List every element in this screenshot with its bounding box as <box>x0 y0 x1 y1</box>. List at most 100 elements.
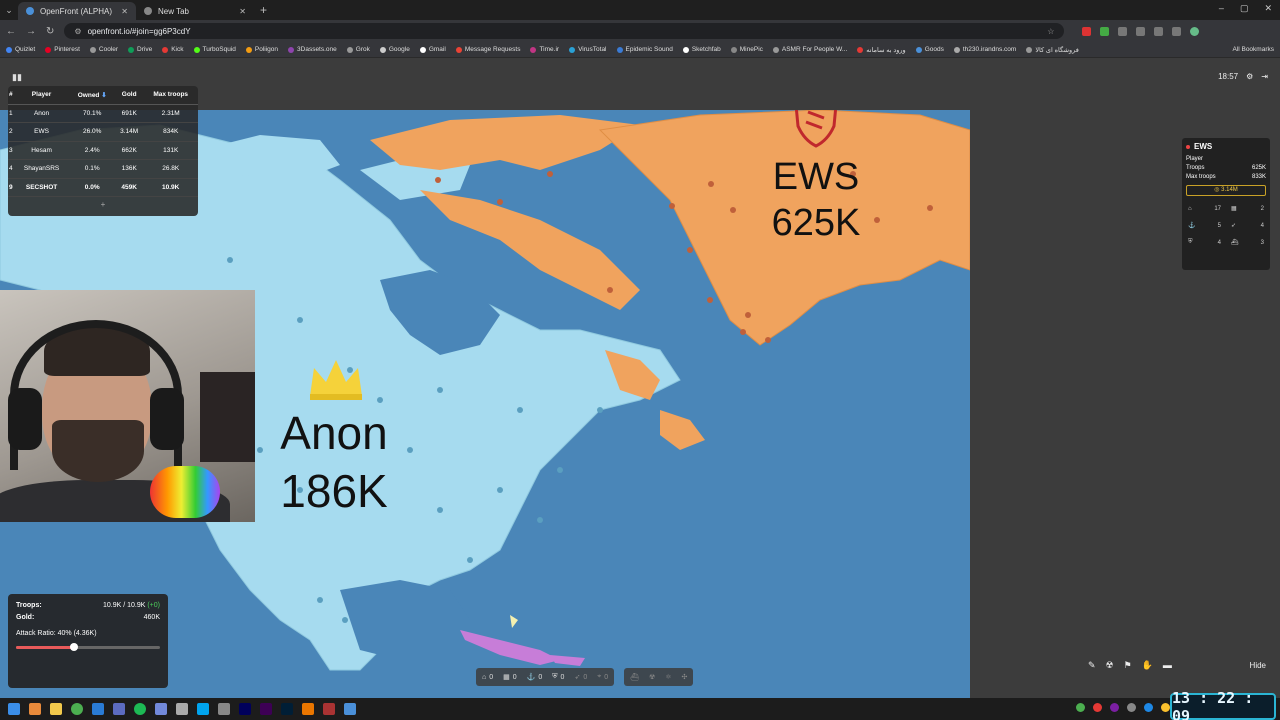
bookmark-item[interactable]: Pinterest <box>45 46 80 53</box>
tray-icon[interactable] <box>1144 703 1153 712</box>
app-icon[interactable] <box>323 703 335 715</box>
build-button[interactable]: ⌂ 0 <box>482 674 493 681</box>
app-icon[interactable] <box>218 703 230 715</box>
bookmark-item[interactable]: th230.irandns.com <box>953 46 1016 53</box>
attack-ratio-slider[interactable] <box>16 643 160 651</box>
col-gold[interactable]: Gold <box>114 86 144 105</box>
extension-icon[interactable] <box>1118 26 1128 36</box>
bookmark-item[interactable]: Kick <box>162 46 184 53</box>
forward-icon[interactable]: → <box>26 26 36 37</box>
build-button[interactable]: ➶ 0 <box>574 673 587 682</box>
pencil-icon[interactable]: ✎ <box>1088 660 1096 671</box>
spotify-icon[interactable] <box>134 703 146 715</box>
settings-gear-icon[interactable]: ⚙ <box>1246 72 1253 81</box>
bookmark-star-icon[interactable]: ☆ <box>1047 27 1054 36</box>
tray-icon[interactable] <box>1093 703 1102 712</box>
tab-new-tab[interactable]: New Tab ✕ <box>136 2 254 20</box>
chat-icon[interactable]: ▬ <box>1163 660 1172 670</box>
bookmark-item[interactable]: VirusTotal <box>569 46 607 53</box>
bookmark-item[interactable]: Sketchfab <box>682 46 721 53</box>
address-bar[interactable]: ⚙ openfront.io/#join=gg6P3cdY ☆ <box>64 23 1065 39</box>
after-effects-icon[interactable] <box>239 703 251 715</box>
hide-button[interactable]: Hide <box>1250 661 1266 670</box>
tray-icon[interactable] <box>1161 703 1170 712</box>
leaderboard-icon[interactable]: ▮▮ <box>12 72 22 83</box>
bookmark-item[interactable]: فروشگاه ای کالا <box>1026 46 1079 54</box>
bookmark-item[interactable]: TurboSquid <box>193 46 236 53</box>
close-tab-icon[interactable]: ✕ <box>121 7 128 16</box>
bookmark-item[interactable]: Grok <box>346 46 370 53</box>
bookmark-item[interactable]: Google <box>379 46 410 53</box>
photoshop-icon[interactable] <box>281 703 293 715</box>
extension-icon[interactable] <box>1082 26 1092 36</box>
profile-avatar-icon[interactable] <box>1190 26 1200 36</box>
all-bookmarks-button[interactable]: All Bookmarks <box>1232 46 1274 53</box>
chrome-icon[interactable] <box>71 703 83 715</box>
bookmark-item[interactable]: 3Dassets.one <box>288 46 337 53</box>
bookmark-item[interactable]: Gmail <box>419 46 446 53</box>
col-owned[interactable]: Owned ⬇ <box>69 86 115 105</box>
flag-icon[interactable]: ⚑ <box>1124 660 1132 671</box>
maximize-icon[interactable]: ▢ <box>1240 3 1249 14</box>
extension-icon[interactable] <box>1100 26 1110 36</box>
discord-icon[interactable] <box>155 703 167 715</box>
game-viewport[interactable]: ▮▮ 18:57 ⚙ ⇥ EWS 625K Anon 186K # Player… <box>0 58 1280 698</box>
app-icon[interactable] <box>176 703 188 715</box>
bookmark-item[interactable]: ورود به سامانه <box>857 46 906 54</box>
leaderboard-row[interactable]: 9 SECSHOT 0.0% 459K 10.9K <box>8 178 198 197</box>
atom-bomb-build-icon[interactable]: ☢ <box>649 673 655 681</box>
build-button[interactable]: ⚓ 0 <box>527 673 543 682</box>
hydrogen-bomb-build-icon[interactable]: ⚛ <box>665 673 671 681</box>
bookmark-item[interactable]: Drive <box>128 46 152 53</box>
blender-icon[interactable] <box>302 703 314 715</box>
search-icon[interactable] <box>29 703 41 715</box>
app-icon[interactable] <box>197 703 209 715</box>
bookmark-item[interactable]: Epidemic Sound <box>616 46 673 53</box>
nuke-icon[interactable]: ☢ <box>1106 660 1114 671</box>
premiere-icon[interactable] <box>260 703 272 715</box>
leaderboard-row[interactable]: 2 EWS 26.0% 3.14M 834K <box>8 122 198 142</box>
handshake-icon[interactable]: ✋ <box>1142 660 1153 671</box>
build-button[interactable]: ▦ 0 <box>503 673 517 682</box>
new-tab-icon[interactable]: + <box>260 3 267 17</box>
app-icon[interactable] <box>113 703 125 715</box>
tab-openfront[interactable]: OpenFront (ALPHA) ✕ <box>18 2 136 20</box>
bookmark-item[interactable]: Time.ir <box>530 46 559 53</box>
site-info-icon[interactable]: ⚙ <box>74 27 81 36</box>
leaderboard-row[interactable]: 4 ShayanSRS 0.1% 136K 26.8K <box>8 159 198 179</box>
bookmark-item[interactable]: MinePic <box>730 46 763 53</box>
minimize-icon[interactable]: – <box>1219 3 1224 14</box>
bookmark-item[interactable]: Cooler <box>89 46 118 53</box>
extension-icon[interactable] <box>1154 26 1164 36</box>
col-max-troops[interactable]: Max troops <box>143 86 198 105</box>
leaderboard-expand-button[interactable]: + <box>8 200 198 209</box>
bookmark-item[interactable]: Goods <box>915 46 944 53</box>
attack-ratio-handle[interactable] <box>69 643 78 651</box>
leaderboard-row[interactable]: 1 Anon 70.1% 691K 2.31M <box>8 104 198 123</box>
extension-icon[interactable] <box>1136 26 1146 36</box>
reload-icon[interactable]: ↻ <box>46 26 54 37</box>
exit-icon[interactable]: ⇥ <box>1261 72 1268 81</box>
bookmark-item[interactable]: Quizlet <box>6 46 35 53</box>
extension-icon[interactable] <box>1172 26 1182 36</box>
back-icon[interactable]: ← <box>6 26 16 37</box>
tab-search-icon[interactable]: ⌄ <box>0 0 18 20</box>
col-player[interactable]: Player <box>13 86 70 105</box>
start-icon[interactable] <box>8 703 20 715</box>
telegram-icon[interactable] <box>92 703 104 715</box>
close-window-icon[interactable]: ✕ <box>1264 3 1272 14</box>
bookmark-item[interactable]: Message Requests <box>455 46 520 53</box>
warship-build-icon[interactable]: ⛴ <box>630 673 639 681</box>
tray-icon[interactable] <box>1076 703 1085 712</box>
tray-icon[interactable] <box>1110 703 1119 712</box>
tray-icon[interactable] <box>1127 703 1136 712</box>
leaderboard-row[interactable]: 3 Hesam 2.4% 662K 131K <box>8 141 198 160</box>
app-icon[interactable] <box>344 703 356 715</box>
close-tab-icon[interactable]: ✕ <box>239 7 246 16</box>
bookmark-item[interactable]: Poliigon <box>245 46 278 53</box>
build-button[interactable]: ⌖ 0 <box>597 673 608 681</box>
build-button[interactable]: ⛨ 0 <box>552 673 564 681</box>
bookmark-item[interactable]: ASMR For People W... <box>772 46 847 53</box>
file-explorer-icon[interactable] <box>50 703 62 715</box>
mirv-build-icon[interactable]: ✣ <box>682 673 688 681</box>
